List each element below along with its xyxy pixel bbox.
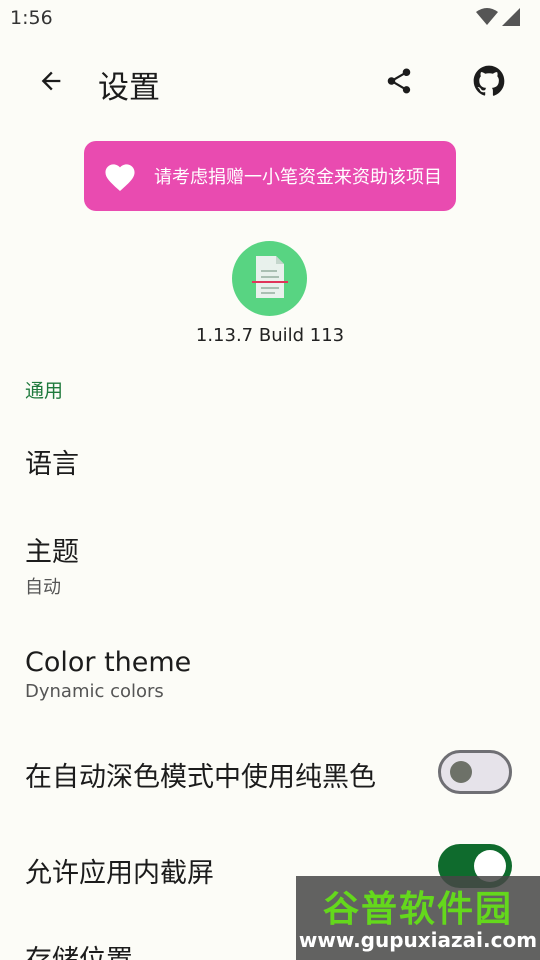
setting-subtitle: Dynamic colors: [25, 681, 164, 702]
page-title: 设置: [98, 70, 160, 106]
github-button[interactable]: [468, 62, 510, 104]
setting-pure-black[interactable]: 在自动深色模式中使用纯黑色: [0, 728, 540, 818]
donate-banner[interactable]: 请考虑捐赠一小笔资金来资助该项目: [84, 141, 456, 211]
status-bar: 1:56: [0, 0, 540, 38]
watermark-url: www.gupuxiazai.com: [298, 928, 538, 952]
app-bar: 设置: [0, 52, 540, 112]
wifi-icon: [476, 8, 498, 30]
pure-black-toggle[interactable]: [438, 750, 512, 794]
status-time: 1:56: [10, 7, 53, 29]
status-icons: [476, 8, 520, 30]
github-icon: [473, 65, 505, 101]
setting-title: 语言: [25, 449, 79, 480]
arrow-back-icon: [37, 67, 65, 99]
setting-title: 主题: [25, 537, 79, 568]
app-version: 1.13.7 Build 113: [195, 325, 345, 346]
setting-theme[interactable]: 主题 自动: [0, 510, 540, 610]
setting-subtitle: 自动: [25, 577, 61, 598]
document-scan-icon: [250, 254, 290, 304]
watermark: 谷普软件园 www.gupuxiazai.com: [296, 876, 540, 960]
watermark-brand: 谷普软件园: [322, 889, 513, 930]
back-button[interactable]: [30, 62, 72, 104]
setting-title: 存储位置: [25, 938, 133, 960]
app-logo: [232, 241, 307, 316]
share-button[interactable]: [378, 62, 420, 104]
donate-label: 请考虑捐赠一小笔资金来资助该项目: [154, 167, 442, 188]
section-header-general: 通用: [25, 380, 64, 402]
setting-title: 允许应用内截屏: [25, 858, 214, 889]
setting-title: 在自动深色模式中使用纯黑色: [25, 762, 376, 793]
share-icon: [384, 66, 414, 100]
toggle-knob: [450, 761, 472, 783]
signal-icon: [502, 8, 520, 30]
setting-title: Color theme: [25, 647, 192, 678]
heart-icon: [102, 160, 138, 192]
setting-language[interactable]: 语言: [0, 420, 540, 506]
setting-color-theme[interactable]: Color theme Dynamic colors: [0, 620, 540, 720]
